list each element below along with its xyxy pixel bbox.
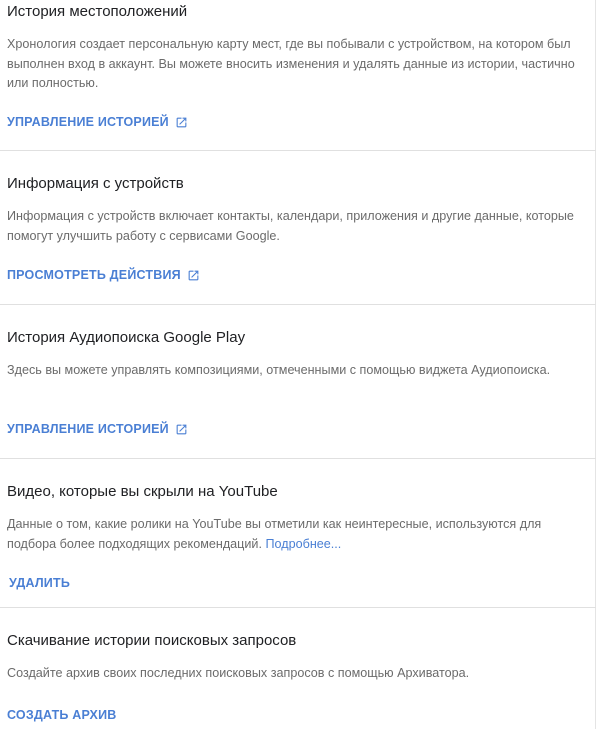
delete-button[interactable]: УДАЛИТЬ bbox=[9, 575, 70, 591]
section-device-information: Информация с устройств Информация с устр… bbox=[0, 151, 595, 304]
section-description: Создайте архив своих последних поисковых… bbox=[7, 666, 470, 680]
open-in-new-icon bbox=[176, 117, 187, 127]
section-title: История местоположений bbox=[7, 3, 188, 20]
section-title: Скачивание истории поисковых запросов bbox=[7, 632, 297, 649]
manage-location-history-button[interactable]: УПРАВЛЕНИЕ ИСТОРИЕЙ bbox=[7, 114, 188, 130]
learn-more-link[interactable]: Подробнее... bbox=[265, 537, 341, 551]
action-label: СОЗДАТЬ АРХИВ bbox=[7, 708, 117, 722]
section-description: Данные о том, какие ролики на YouTube вы… bbox=[7, 515, 587, 554]
section-description: Хронология создает персональную карту ме… bbox=[7, 37, 575, 90]
open-in-new-icon bbox=[188, 270, 199, 280]
view-device-activity-button[interactable]: ПРОСМОТРЕТЬ ДЕЙСТВИЯ bbox=[7, 267, 200, 283]
action-label: УПРАВЛЕНИЕ ИСТОРИЕЙ bbox=[7, 115, 169, 129]
section-description: Здесь вы можете управлять композициями, … bbox=[7, 363, 551, 377]
action-label: ПРОСМОТРЕТЬ ДЕЙСТВИЯ bbox=[7, 268, 181, 282]
section-voice-search-history: История Аудиопоиска Google Play Здесь вы… bbox=[0, 305, 595, 458]
section-download-search-history: Скачивание истории поисковых запросов Со… bbox=[0, 608, 595, 729]
action-label: УПРАВЛЕНИЕ ИСТОРИЕЙ bbox=[7, 422, 169, 436]
section-description: Информация с устройств включает контакты… bbox=[7, 209, 574, 243]
section-title: Видео, которые вы скрыли на YouTube bbox=[7, 483, 278, 500]
section-title: История Аудиопоиска Google Play bbox=[7, 329, 246, 346]
manage-audio-history-button[interactable]: УПРАВЛЕНИЕ ИСТОРИЕЙ bbox=[7, 421, 188, 437]
section-hidden-youtube-videos: Видео, которые вы скрыли на YouTube Данн… bbox=[0, 459, 595, 607]
activity-controls-page: История местоположений Хронология создае… bbox=[0, 0, 596, 729]
section-title: Информация с устройств bbox=[7, 175, 184, 192]
open-in-new-icon bbox=[176, 424, 187, 434]
action-label: УДАЛИТЬ bbox=[9, 576, 71, 590]
section-location-history: История местоположений Хронология создае… bbox=[0, 0, 595, 150]
create-archive-button[interactable]: СОЗДАТЬ АРХИВ bbox=[7, 707, 117, 723]
